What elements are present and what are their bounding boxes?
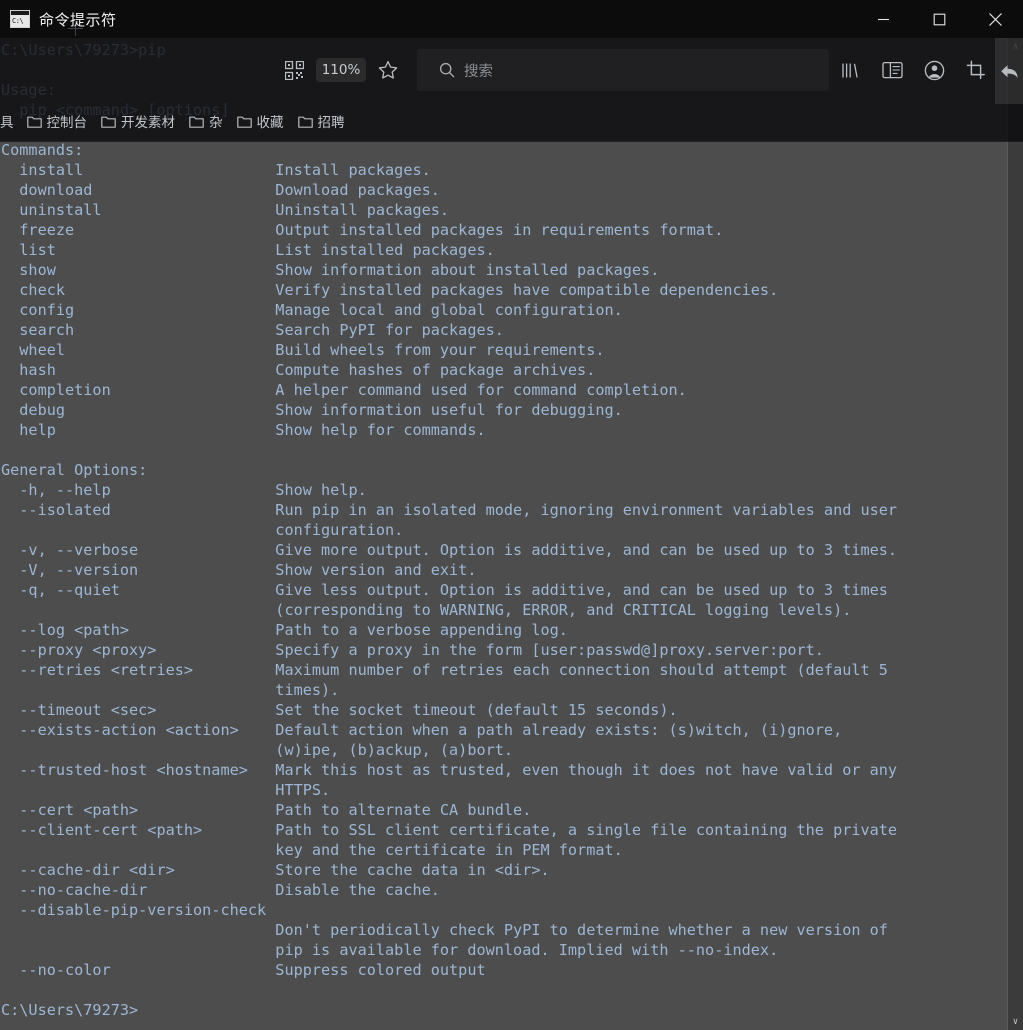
terminal-line: --exists-action <action> Default action … [1, 721, 843, 739]
bookmark-label: 开发素材 [121, 115, 175, 131]
terminal-line: -V, --version Show version and exit. [1, 561, 477, 579]
title-bar[interactable]: C:\ 命令提示符 [0, 0, 1023, 38]
terminal-line: times). [1, 681, 340, 699]
terminal-line: freeze Output installed packages in requ… [1, 221, 724, 239]
terminal-line: HTTPS. [1, 781, 331, 799]
bookmark-label: 控制台 [46, 115, 88, 131]
terminal-line: --no-color Suppress colored output [1, 961, 486, 979]
terminal-line: pip is available for download. Implied w… [1, 941, 779, 959]
library-icon[interactable] [829, 53, 871, 87]
maximize-button[interactable] [911, 0, 967, 38]
terminal-line: --cache-dir <dir> Store the cache data i… [1, 861, 550, 879]
terminal-line: key and the certificate in PEM format. [1, 841, 623, 859]
terminal-line: -q, --quiet Give less output. Option is … [1, 581, 888, 599]
terminal-line: list List installed packages. [1, 241, 495, 259]
terminal-line: show Show information about installed pa… [1, 261, 660, 279]
window-controls [855, 0, 1023, 38]
terminal-output-area[interactable]: C:\Users\79273>pip Usage: pip <command> … [0, 38, 1007, 1030]
terminal-line: wheel Build wheels from your requirement… [1, 341, 605, 359]
terminal-line: --retries <retries> Maximum number of re… [1, 661, 888, 679]
cmd-icon: C:\ [10, 10, 30, 28]
folder-icon [236, 115, 252, 128]
terminal-line: hash Compute hashes of package archives. [1, 361, 596, 379]
terminal-line: install Install packages. [1, 161, 431, 179]
account-icon[interactable] [913, 53, 955, 87]
search-placeholder: 搜索 [464, 63, 493, 80]
browser-nav-row: 110% 搜索 [0, 46, 1007, 94]
bookmark-folder-杂[interactable]: 杂 [182, 108, 230, 134]
browser-toolbar-overlay: 110% 搜索 具 控制台 开发素材 杂 收藏 招聘 [0, 38, 1023, 142]
folder-icon [297, 115, 313, 128]
terminal-line: download Download packages. [1, 181, 440, 199]
terminal-line: --client-cert <path> Path to SSL client … [1, 821, 898, 839]
browser-right-icons [829, 53, 1007, 87]
bookmarks-bar: 具 控制台 开发素材 杂 收藏 招聘 [0, 104, 1007, 138]
back-arrow-icon[interactable] [995, 38, 1023, 104]
bookmark-folder-招聘[interactable]: 招聘 [291, 108, 352, 134]
cursor-crosshair-icon [68, 21, 83, 36]
terminal-line: configuration. [1, 521, 404, 539]
star-icon[interactable] [371, 53, 405, 87]
bookmark-label: 招聘 [317, 115, 345, 131]
bookmark-folder-控制台[interactable]: 控制台 [20, 108, 95, 134]
maximize-icon [933, 13, 945, 25]
terminal-line: --proxy <proxy> Specify a proxy in the f… [1, 641, 824, 659]
bookmark-folder-收藏[interactable]: 收藏 [230, 108, 291, 134]
terminal-line: --isolated Run pip in an isolated mode, … [1, 501, 898, 519]
search-input[interactable]: 搜索 [417, 49, 829, 91]
terminal-line: --timeout <sec> Set the socket timeout (… [1, 701, 678, 719]
bookmark-folder-开发素材[interactable]: 开发素材 [94, 108, 182, 134]
scrollbar-track[interactable] [1007, 55, 1023, 1013]
minimize-icon [877, 18, 889, 20]
search-icon [439, 62, 455, 78]
cmd-icon-label: C:\ [12, 17, 24, 25]
folder-icon [189, 115, 204, 128]
terminal-line: (w)ipe, (b)ackup, (a)bort. [1, 741, 514, 759]
qr-code-icon[interactable] [277, 53, 311, 87]
terminal-line: completion A helper command used for com… [1, 381, 687, 399]
terminal-line: -h, --help Show help. [1, 481, 367, 499]
terminal-line: --disable-pip-version-check [1, 901, 267, 919]
terminal-text: C:\Users\79273>pip Usage: pip <command> … [0, 40, 1007, 1020]
terminal-line: uninstall Uninstall packages. [1, 201, 450, 219]
bookmark-label: 收藏 [256, 115, 284, 131]
bookmark-label: 杂 [209, 115, 223, 131]
terminal-line: (corresponding to WARNING, ERROR, and CR… [1, 601, 852, 619]
overlay-bottom-edge [0, 141, 1023, 142]
terminal-line: C:\Users\79273> [1, 1001, 139, 1019]
terminal-line: --log <path> Path to a verbose appending… [1, 621, 568, 639]
scroll-down-arrow-icon[interactable]: ∨ [1008, 1013, 1023, 1030]
command-prompt-window: C:\ 命令提示符 C:\Users\792 [0, 0, 1023, 1030]
terminal-line: --no-cache-dir Disable the cache. [1, 881, 440, 899]
folder-icon [101, 115, 116, 128]
terminal-line: check Verify installed packages have com… [1, 281, 779, 299]
terminal-line: Don't periodically check PyPI to determi… [1, 921, 888, 939]
close-icon [988, 12, 1002, 26]
close-button[interactable] [967, 0, 1023, 38]
terminal-line: General Options: [1, 461, 148, 479]
zoom-level-button[interactable]: 110% [316, 58, 366, 82]
terminal-line: --trusted-host <hostname> Mark this host… [1, 761, 898, 779]
sidebar-icon[interactable] [871, 53, 913, 87]
terminal-line: Commands: [1, 141, 84, 159]
terminal-line: debug Show information useful for debugg… [1, 401, 623, 419]
terminal-line: config Manage local and global configura… [1, 301, 623, 319]
terminal-line: help Show help for commands. [1, 421, 486, 439]
bookmark-clipped-label[interactable]: 具 [0, 111, 20, 131]
crop-icon[interactable] [955, 53, 997, 87]
minimize-button[interactable] [855, 0, 911, 38]
nav-left-spacer [0, 70, 277, 71]
terminal-scrollbar[interactable]: ∧ ∨ [1007, 38, 1023, 1030]
terminal-line: -v, --verbose Give more output. Option i… [1, 541, 898, 559]
terminal-line: --cert <path> Path to alternate CA bundl… [1, 801, 532, 819]
folder-icon [26, 115, 42, 128]
terminal-line: search Search PyPI for packages. [1, 321, 504, 339]
